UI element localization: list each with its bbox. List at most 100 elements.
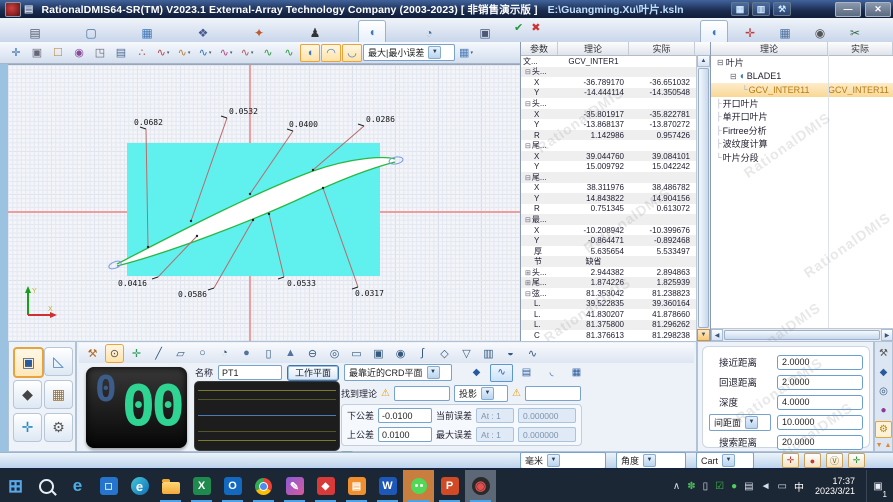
alignment-tool-button[interactable]: ◺ [44, 347, 73, 376]
cone-angle-icon[interactable]: ▽ [457, 344, 476, 363]
spacing-plane-select[interactable]: 间距面▼ [709, 414, 771, 431]
square-slot-icon[interactable]: ▭ [347, 344, 366, 363]
table-row[interactable]: R1.1429860.957426 [521, 130, 710, 141]
menu-icon[interactable]: ▤ [24, 4, 33, 15]
upper-tol-input[interactable] [378, 427, 432, 442]
remote-monitor-icon[interactable]: ▦ [731, 2, 749, 16]
round-slot-icon[interactable]: ◎ [325, 344, 344, 363]
tab-table[interactable]: ▦ [134, 23, 160, 42]
antivirus-icon[interactable]: ◆ [310, 470, 341, 502]
window-icon[interactable]: ▦ [772, 23, 798, 42]
distance-input[interactable] [777, 355, 863, 370]
ellipse-icon[interactable]: ⊖ [303, 344, 322, 363]
tray-netmeter-icon[interactable]: ▤ [744, 481, 753, 492]
curve-blue-icon[interactable]: ∿▾ [195, 44, 215, 62]
curve-green2-icon[interactable]: ∿ [279, 44, 299, 62]
expand-icon[interactable]: ⊟ [717, 58, 724, 67]
photos-icon[interactable]: ◻ [93, 470, 124, 502]
coordinate-select[interactable]: Cart ▼ [696, 452, 754, 469]
scroll-up-icon[interactable]: ▲ [697, 55, 710, 67]
tools-window-icon[interactable]: ⚒ [773, 2, 791, 16]
probe-head-button[interactable]: ◆ [13, 380, 42, 409]
projection-select[interactable]: 投影 ▼ [454, 385, 508, 402]
tree-item[interactable]: ├单开口叶片 [711, 110, 893, 124]
table-row[interactable]: X-35.801917-35.822781 [521, 109, 710, 120]
rotate-view-icon[interactable]: ✛ [6, 44, 26, 62]
profile-error-icon[interactable]: ◠ [321, 44, 341, 62]
cylinder-icon[interactable]: ▯ [259, 344, 278, 363]
table-row[interactable]: Y-0.864471-0.892468 [521, 235, 710, 246]
paint3d-icon[interactable]: ✎ [279, 470, 310, 502]
tab-probe[interactable]: ❖ [190, 23, 216, 42]
tree-item[interactable]: └叶片分段 [711, 151, 893, 165]
table-row[interactable]: 节缺省 [521, 256, 710, 267]
distance-input[interactable] [777, 435, 863, 450]
tree-item[interactable]: ⊟◖BLADE1 [711, 70, 893, 84]
projection-ref-input[interactable] [525, 386, 581, 401]
table-row[interactable]: X-36.789170-36.651032 [521, 77, 710, 88]
table-row[interactable]: X38.31197638.486782 [521, 183, 710, 194]
tray-plant-icon[interactable]: ✽ [687, 481, 695, 492]
cuboid-icon[interactable]: ▣ [369, 344, 388, 363]
expand-icon[interactable]: ⊟ [730, 72, 737, 81]
curve-green-icon[interactable]: ∿ [258, 44, 278, 62]
expand-icon[interactable]: ⊞ [525, 270, 531, 277]
table-row[interactable]: R0.7513450.613072 [521, 204, 710, 215]
spline-icon[interactable]: ∿ [523, 344, 542, 363]
tree-item[interactable]: └GCV_INTER11GCV_INTER11 [711, 83, 893, 97]
expand-icon[interactable]: ⊟ [525, 101, 531, 108]
tab-gauge[interactable]: ◔ [416, 23, 442, 42]
table-row[interactable]: ⊟弦...81.35304281.238823 [521, 288, 710, 299]
search-button[interactable] [31, 470, 62, 502]
table-row[interactable]: Y-13.868137-13.870272 [521, 119, 710, 130]
unit-select[interactable]: 毫米 ▼ [520, 452, 606, 469]
tray-display-icon[interactable]: ▭ [778, 481, 787, 492]
scroll-thumb[interactable] [724, 330, 880, 340]
tray-usb-icon[interactable]: ▯ [703, 481, 709, 492]
cancel-icon[interactable]: ✖ [531, 21, 540, 34]
notification-button[interactable]: ▣ 1 [866, 470, 889, 502]
dome-icon[interactable]: ◒ [501, 344, 520, 363]
ie-icon[interactable]: e [62, 470, 93, 502]
table-row[interactable]: C81.37661381.298238 [521, 330, 710, 341]
error-mode-select[interactable]: 最大|最小误差 ▼ [363, 44, 455, 61]
col-param[interactable]: 参数 [521, 42, 558, 55]
tray-wechat-icon[interactable]: ● [731, 481, 737, 492]
machine-tools-button[interactable]: ⚙ [44, 413, 73, 442]
taskbar-clock[interactable]: 17:37 2023/3/21 [815, 476, 855, 496]
toolbox-button[interactable]: ▦ [44, 380, 73, 409]
excel-icon[interactable]: X [186, 470, 217, 502]
sphere-icon[interactable]: ● [237, 344, 256, 363]
expand-icon[interactable]: ⊟ [525, 175, 531, 182]
datum-icon[interactable]: ✛ [782, 453, 799, 468]
scroll-right-icon[interactable]: ▶ [881, 329, 893, 341]
section-error-icon[interactable]: ◡ [342, 44, 362, 62]
distance-input[interactable] [777, 415, 863, 430]
tab-blade[interactable]: ◖ [358, 20, 386, 42]
camera-icon[interactable]: ◉ [807, 23, 833, 42]
angle-tab-icon[interactable]: ◟ [540, 364, 563, 382]
table-row[interactable]: ⊟尾... [521, 172, 710, 183]
start-button[interactable]: ⊞ [0, 470, 31, 502]
tab-hand-probe[interactable]: ♟ [302, 23, 328, 42]
lower-tol-input[interactable] [378, 408, 432, 423]
expand-icon[interactable]: ⊟ [525, 291, 531, 298]
tree-item[interactable]: ├开口叶片 [711, 97, 893, 111]
table-row[interactable]: Y14.84382214.904156 [521, 193, 710, 204]
tab-sphere[interactable]: ✦ [246, 23, 272, 42]
arc-icon[interactable]: ◔ [215, 344, 234, 363]
pan-view-icon[interactable]: ☐ [48, 44, 68, 62]
col-actual[interactable]: 实际 [629, 42, 695, 55]
minimize-button[interactable]: — [835, 2, 861, 17]
curve-orange-icon[interactable]: ∿▾ [174, 44, 194, 62]
fit-window-icon[interactable]: ◳ [90, 44, 110, 62]
tray-volume-icon[interactable]: ◄ [761, 481, 771, 492]
table-row[interactable]: L.81.37580081.296262 [521, 320, 710, 331]
feature-name-input[interactable] [218, 365, 282, 380]
col-theory[interactable]: 理论 [558, 42, 629, 55]
display-mode-icon[interactable]: ▤ [111, 44, 131, 62]
expand-icon[interactable]: ⊟ [525, 69, 531, 76]
table-row[interactable]: ⊞尾...1.8742261.825939 [521, 277, 710, 288]
close-button[interactable]: ✕ [865, 2, 891, 17]
table-row[interactable]: Y-14.444114-14.350548 [521, 88, 710, 99]
